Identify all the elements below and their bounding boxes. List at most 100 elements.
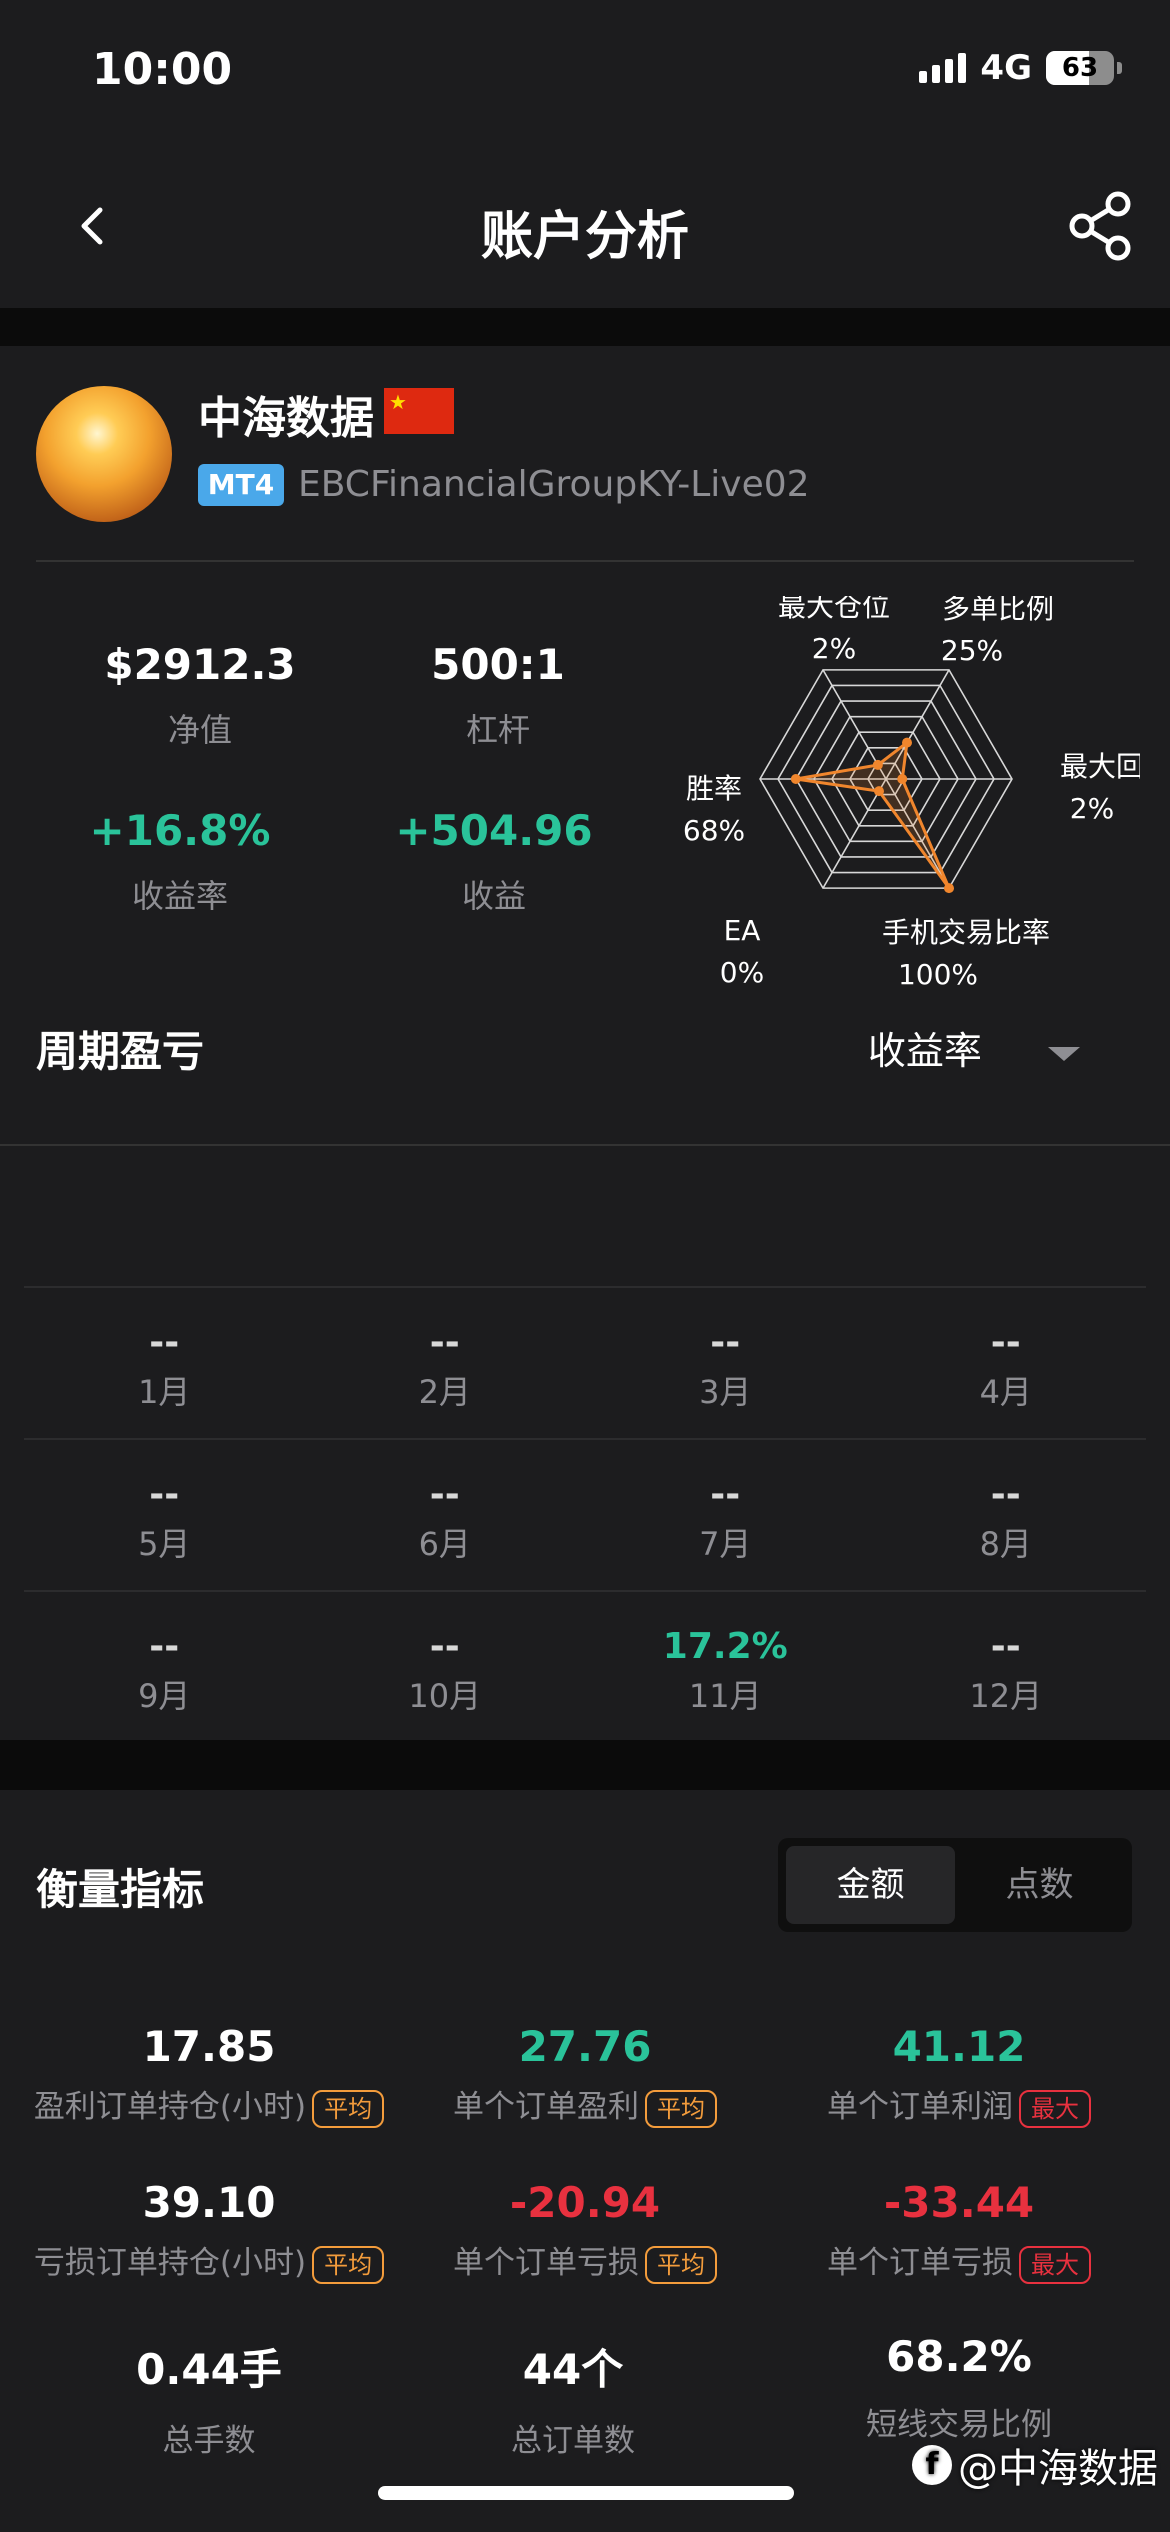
metric-value: -20.94 xyxy=(509,2178,661,2227)
metric-single-max-profit: 41.12 单个订单利润 最大 xyxy=(764,2022,1154,2128)
radar-axis-value: 2% xyxy=(812,632,856,665)
return-rate-label: 收益率 xyxy=(131,877,228,915)
month-cell[interactable]: -- 12月 xyxy=(866,1592,1147,1742)
month-name: 5月 xyxy=(138,1525,191,1563)
platform-badge: MT4 xyxy=(198,464,284,506)
radar-axis-label: 最大回撤 xyxy=(1060,750,1140,783)
month-value: -- xyxy=(149,1322,180,1363)
month-name: 6月 xyxy=(418,1525,471,1563)
month-cell[interactable]: -- 1月 xyxy=(24,1288,305,1438)
radar-axis-value: 100% xyxy=(898,958,978,986)
month-name: 10月 xyxy=(408,1677,482,1715)
return-rate-value: +16.8% xyxy=(89,806,271,855)
month-cell[interactable]: -- 6月 xyxy=(305,1440,586,1590)
radar-axis-value: 25% xyxy=(941,634,1003,667)
month-value: -- xyxy=(429,1474,460,1515)
metric-label: 单个订单盈利 xyxy=(453,2089,639,2125)
month-value: -- xyxy=(429,1626,460,1667)
share-icon[interactable] xyxy=(1060,186,1140,266)
status-bar: 10:00 4G 63 xyxy=(0,0,1170,150)
radar-point xyxy=(790,774,801,784)
month-cell[interactable]: -- 3月 xyxy=(585,1288,866,1438)
radar-axis-value: 2% xyxy=(1070,792,1114,825)
watermark: f @中海数据 xyxy=(912,2436,1158,2494)
month-row: -- 9月 -- 10月 17.2% 11月 -- 12月 xyxy=(24,1590,1146,1742)
month-name: 4月 xyxy=(979,1373,1032,1411)
nav-bar: 账户分析 xyxy=(0,150,1170,308)
tab-points[interactable]: 点数 xyxy=(955,1846,1124,1924)
metrics-title: 衡量指标 xyxy=(36,1865,205,1914)
metric-profit-hold: 17.85 盈利订单持仓(小时) 平均 xyxy=(14,2022,404,2128)
return-rate-stat: +16.8% 收益率 xyxy=(30,806,330,917)
month-name: 12月 xyxy=(969,1677,1043,1715)
equity-label: 净值 xyxy=(167,711,232,749)
avg-tag: 平均 xyxy=(312,2089,385,2128)
month-name: 2月 xyxy=(418,1373,471,1411)
radar-point xyxy=(944,883,954,894)
month-cell[interactable]: -- 4月 xyxy=(866,1288,1147,1438)
battery-level: 63 xyxy=(1061,53,1099,83)
metric-label: 单个订单亏损 xyxy=(827,2245,1013,2281)
tab-amount[interactable]: 金额 xyxy=(786,1846,955,1924)
facebook-icon: f xyxy=(912,2445,952,2485)
metric-value: 27.76 xyxy=(518,2022,652,2071)
month-cell[interactable]: -- 7月 xyxy=(585,1440,866,1590)
metric-dropdown-label: 收益率 xyxy=(867,1029,982,1073)
metric-single-loss: -20.94 单个订单亏损 平均 xyxy=(390,2178,780,2284)
month-row: -- 1月 -- 2月 -- 3月 -- 4月 xyxy=(24,1286,1146,1438)
metric-value: 68.2% xyxy=(886,2332,1032,2381)
equity-stat: $2912.3 净值 xyxy=(50,640,350,751)
metrics-unit-toggle: 金额 点数 xyxy=(778,1838,1132,1932)
metric-value: -33.44 xyxy=(883,2178,1035,2227)
radar-axis-label: 最大仓位 xyxy=(778,596,890,623)
period-title: 周期盈亏 xyxy=(36,1027,205,1076)
metric-label: 单个订单亏损 xyxy=(453,2245,639,2281)
metric-label: 单个订单利润 xyxy=(827,2089,1013,2125)
max-tag: 最大 xyxy=(1019,2245,1091,2284)
month-value: -- xyxy=(149,1474,180,1515)
avg-tag: 平均 xyxy=(312,2245,385,2284)
radar-point xyxy=(897,774,908,784)
radar-axis-value: 68% xyxy=(683,814,745,847)
avatar[interactable] xyxy=(36,386,172,522)
radar-axis-label: EA xyxy=(724,914,761,947)
radar-axis-label: 胜率 xyxy=(686,772,742,805)
radar-axis-label: 多单比例 xyxy=(942,596,1054,625)
metric-label: 亏损订单持仓(小时) xyxy=(33,2245,307,2281)
signal-icon xyxy=(919,53,967,83)
month-name: 3月 xyxy=(699,1373,752,1411)
account-id: EBCFinancialGroupKY-Live02 xyxy=(298,464,810,505)
leverage-stat: 500:1 杠杆 xyxy=(348,640,648,751)
home-indicator xyxy=(378,2486,794,2500)
month-name: 7月 xyxy=(699,1525,752,1563)
month-name: 1月 xyxy=(138,1373,191,1411)
month-cell[interactable]: -- 2月 xyxy=(305,1288,586,1438)
month-cell[interactable]: -- 5月 xyxy=(24,1440,305,1590)
month-name: 9月 xyxy=(138,1677,191,1715)
month-value: -- xyxy=(710,1474,741,1515)
metric-value: 0.44手 xyxy=(136,2345,282,2394)
avg-tag: 平均 xyxy=(645,2245,717,2284)
metric-total-lots: 0.44手 总手数 xyxy=(14,2336,404,2460)
metric-single-max-loss: -33.44 单个订单亏损 最大 xyxy=(764,2178,1154,2284)
metric-value: 41.12 xyxy=(892,2022,1026,2071)
network-label: 4G xyxy=(980,48,1032,88)
month-name: 8月 xyxy=(979,1525,1032,1563)
profile-card: 中海数据 ★ MT4 EBCFinancialGroupKY-Live02 xyxy=(0,346,1170,560)
chevron-down-icon xyxy=(1048,1046,1080,1061)
metric-dropdown[interactable]: 收益率 xyxy=(868,1020,1080,1075)
month-cell[interactable]: -- 9月 xyxy=(24,1592,305,1742)
metric-label: 盈利订单持仓(小时) xyxy=(33,2089,307,2125)
metric-value: 17.85 xyxy=(142,2022,276,2071)
month-cell[interactable]: -- 8月 xyxy=(866,1440,1147,1590)
month-cell[interactable]: 17.2% 11月 xyxy=(585,1592,866,1742)
radar-axis-value: 0% xyxy=(720,956,764,986)
radar-point xyxy=(902,737,912,748)
metric-label: 总订单数 xyxy=(511,2423,635,2459)
radar-axis-label: 手机交易比率 xyxy=(882,916,1050,949)
month-cell[interactable]: -- 10月 xyxy=(305,1592,586,1742)
profile-name: 中海数据 xyxy=(198,393,374,444)
equity-value: $2912.3 xyxy=(104,640,296,689)
metric-loss-hold: 39.10 亏损订单持仓(小时) 平均 xyxy=(14,2178,404,2284)
watermark-text: @中海数据 xyxy=(958,2446,1158,2492)
